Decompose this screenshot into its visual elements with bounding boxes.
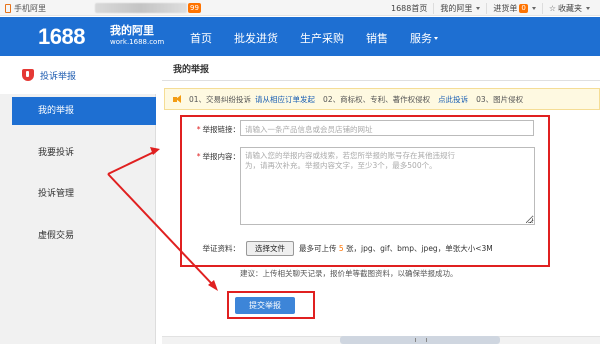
nav-services[interactable]: 服务 xyxy=(410,30,438,46)
top-bar: 手机阿里 99 1688首页 我的阿里 进货单 0 ☆ 收藏夹 xyxy=(0,0,600,16)
nav-services-label: 服务 xyxy=(410,32,432,45)
sidebar-item-complaint-management[interactable]: 投诉管理 xyxy=(12,180,156,208)
shield-icon xyxy=(22,69,34,81)
phone-icon xyxy=(5,4,11,13)
content-placeholder-line-1: 请输入您的举报内容或线索，若您所举报的账号存在其他违规行 xyxy=(245,151,455,160)
star-icon: ☆ xyxy=(548,4,556,13)
file-hint-post: 张，jpg、gif、bmp、jpeg，单张大小<3M xyxy=(343,244,493,253)
content-placeholder-line-2: 为，请再次补充。举报内容文字，至少3个，最多500个。 xyxy=(245,161,437,170)
user-level-badge: 99 xyxy=(188,3,201,13)
notice-link-complain[interactable]: 点此投诉 xyxy=(438,94,468,105)
sidebar-title: 投诉举报 xyxy=(0,56,156,94)
sidebar-item-file-complaint[interactable]: 我要投诉 xyxy=(12,139,156,167)
choose-file-button[interactable]: 选择文件 xyxy=(246,241,294,256)
main-header: 1688 我的阿里 work.1688.com 首页 批发进货 生产采购 销售 … xyxy=(0,17,600,56)
sidebar-title-label: 投诉举报 xyxy=(40,71,77,82)
notice-bar: 01、交易纠纷投诉 请从相应订单发起 02、商标权、专利、著作权侵权 点此投诉 … xyxy=(164,88,600,110)
sidebar-item-my-reports[interactable]: 我的举报 xyxy=(12,97,156,125)
top-link-cart[interactable]: 进货单 0 xyxy=(486,3,541,14)
logo-1688[interactable]: 1688 xyxy=(38,24,85,50)
notice-link-order[interactable]: 请从相应订单发起 xyxy=(255,94,315,105)
notice-item-2: 02、商标权、专利、著作权侵权 xyxy=(323,94,431,104)
required-mark: * xyxy=(196,152,201,161)
nav-sales[interactable]: 销售 xyxy=(366,30,388,46)
page-title: 我的举报 xyxy=(173,65,210,75)
required-mark: * xyxy=(196,125,201,134)
upload-suggestion: 建议：上传相关聊天记录，报价单等截图资料，以确保举报成功。 xyxy=(240,269,458,278)
sidebar: 投诉举报 我的举报 我要投诉 投诉管理 虚假交易 xyxy=(0,56,156,344)
speaker-icon xyxy=(173,94,183,104)
my-ali-site[interactable]: 我的阿里 work.1688.com xyxy=(110,25,164,47)
main-nav: 首页 批发进货 生产采购 销售 服务 xyxy=(190,30,460,46)
report-link-label-text: 举报链接： xyxy=(202,125,241,134)
chevron-down-icon xyxy=(434,36,438,40)
report-link-label: * 举报链接： xyxy=(178,124,240,135)
sidebar-item-fake-transaction[interactable]: 虚假交易 xyxy=(12,222,156,250)
chevron-down-icon xyxy=(586,7,590,10)
top-link-home-label: 1688首页 xyxy=(391,4,428,13)
evidence-label: 举证资料： xyxy=(202,244,241,253)
nav-home[interactable]: 首页 xyxy=(190,30,212,46)
nav-procurement[interactable]: 生产采购 xyxy=(300,30,344,46)
top-link-favorites-label: 收藏夹 xyxy=(558,4,582,13)
top-link-my-ali-label: 我的阿里 xyxy=(440,4,473,13)
file-upload-hint: 最多可上传 5 张，jpg、gif、bmp、jpeg，单张大小<3M xyxy=(299,243,493,254)
chevron-down-icon xyxy=(476,7,481,10)
top-link-my-ali[interactable]: 我的阿里 xyxy=(433,3,486,14)
top-links: 1688首页 我的阿里 进货单 0 ☆ 收藏夹 xyxy=(385,3,596,14)
my-ali-url: work.1688.com xyxy=(110,38,165,46)
report-content-textarea[interactable]: 请输入您的举报内容或线索，若您所举报的账号存在其他违规行 为，请再次补充。举报内… xyxy=(240,147,535,225)
top-link-cart-label: 进货单 xyxy=(493,4,518,13)
user-account[interactable]: 99 xyxy=(95,2,203,14)
mobile-ali-label: 手机阿里 xyxy=(14,4,46,13)
top-link-home[interactable]: 1688首页 xyxy=(385,3,433,14)
notice-item-3: 03、图片侵权 xyxy=(476,94,524,104)
report-link-input[interactable]: 请输入一条产品信息或会员店铺的网址 xyxy=(240,120,534,136)
user-name-blurred xyxy=(95,3,187,13)
top-link-favorites[interactable]: ☆ 收藏夹 xyxy=(541,3,596,14)
chevron-down-icon xyxy=(531,7,536,10)
mobile-ali-link[interactable]: 手机阿里 xyxy=(5,3,46,14)
resize-handle[interactable] xyxy=(528,218,533,223)
notice-item-1: 01、交易纠纷投诉 xyxy=(189,94,252,104)
nav-wholesale[interactable]: 批发进货 xyxy=(234,30,278,46)
cart-count-badge: 0 xyxy=(519,4,528,13)
arrow-head-submit xyxy=(208,280,218,291)
report-content-label: * 举报内容： xyxy=(178,151,240,162)
my-ali-title: 我的阿里 xyxy=(110,24,154,37)
scrollbar-grip-icon xyxy=(415,338,427,342)
report-content-label-text: 举报内容： xyxy=(202,152,241,161)
submit-report-button[interactable]: 提交举报 xyxy=(235,297,295,314)
file-hint-pre: 最多可上传 xyxy=(299,244,339,253)
title-divider xyxy=(162,80,600,81)
